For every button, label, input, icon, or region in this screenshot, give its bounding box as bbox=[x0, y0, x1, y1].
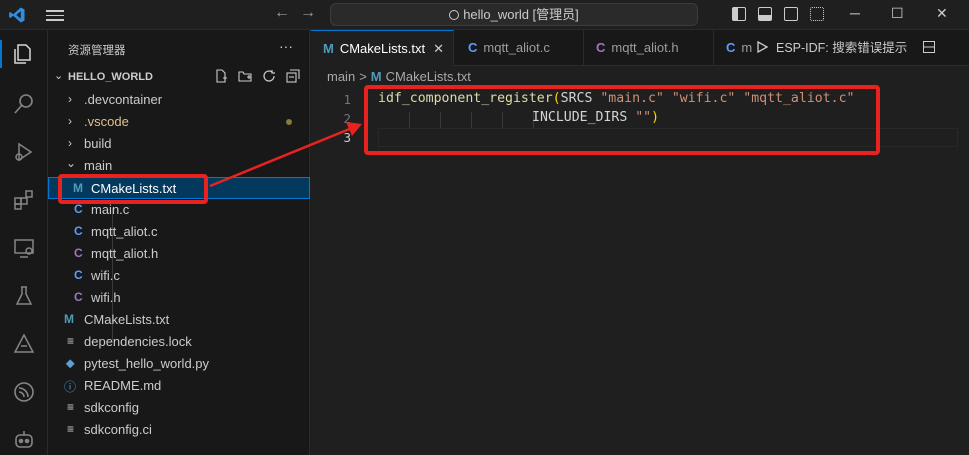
annotation-arrow bbox=[209, 122, 362, 188]
